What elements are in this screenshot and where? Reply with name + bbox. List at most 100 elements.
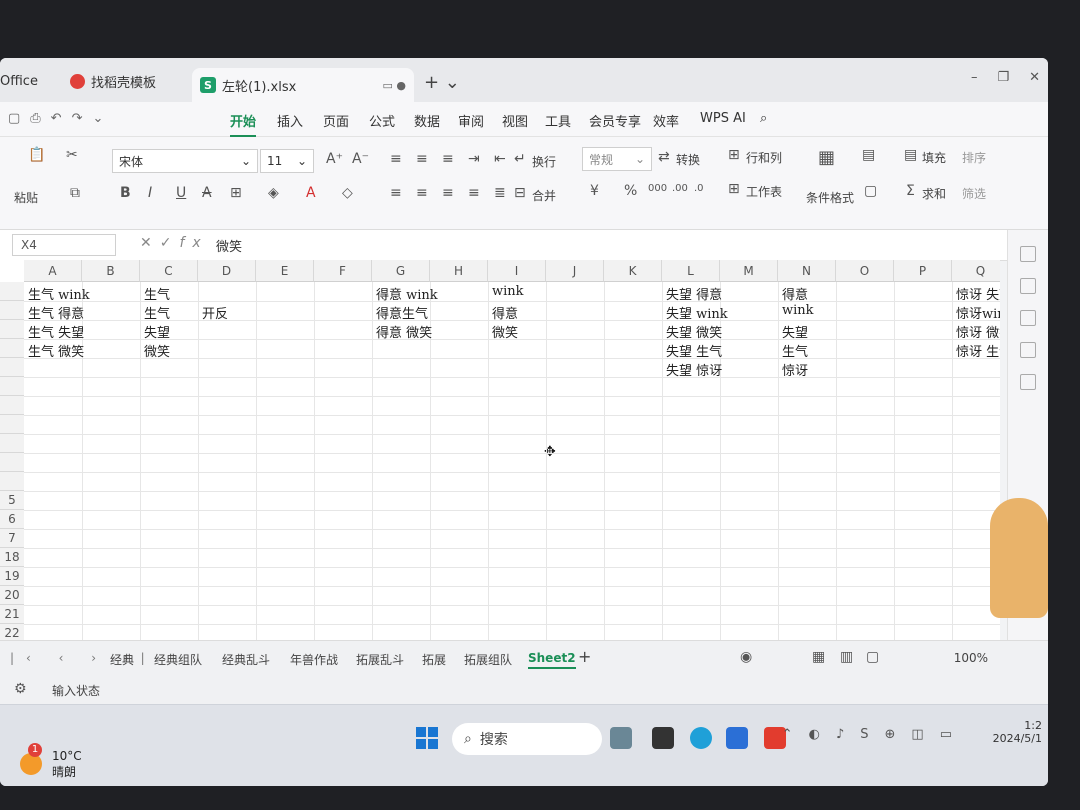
sheet-tab[interactable]: 经典乱斗	[222, 651, 270, 668]
cell-i2[interactable]: 得意	[492, 303, 518, 322]
cell-c1[interactable]: 生气	[144, 284, 170, 303]
menu-efficiency[interactable]: 效率	[653, 111, 679, 130]
cell-c3[interactable]: 失望	[144, 322, 170, 341]
column-header[interactable]: C	[140, 260, 198, 282]
cell-c4[interactable]: 微笑	[144, 341, 170, 360]
weather-widget[interactable]: 1 10°C 晴朗	[20, 743, 82, 780]
column-header[interactable]: M	[720, 260, 778, 282]
windows-start-icon[interactable]	[416, 727, 438, 749]
row-header[interactable]: 22	[0, 624, 24, 640]
sheet-tab[interactable]: 经典组队	[154, 651, 202, 668]
tab-file[interactable]: S 左轮(1).xlsx ▭ ●	[192, 68, 414, 102]
row-header[interactable]	[0, 377, 24, 396]
paste-icon[interactable]: 📋	[28, 147, 45, 163]
row-col-button[interactable]: 行和列	[746, 149, 782, 166]
column-header[interactable]: E	[256, 260, 314, 282]
increase-decimal-icon[interactable]: .00	[672, 183, 688, 194]
widgets-icon[interactable]	[610, 727, 632, 749]
merge-icon[interactable]: ⊟	[514, 185, 526, 201]
confirm-icon[interactable]: ✓	[160, 235, 180, 251]
column-header[interactable]: F	[314, 260, 372, 282]
menu-view[interactable]: 视图	[502, 111, 528, 130]
column-header[interactable]: N	[778, 260, 836, 282]
column-header[interactable]: D	[198, 260, 256, 282]
row-header[interactable]: 18	[0, 548, 24, 567]
system-tray[interactable]: ⌃◐♪S⊕◫▭	[782, 727, 968, 742]
name-box[interactable]: X4	[12, 234, 116, 256]
justify-icon[interactable]: ≡	[468, 185, 480, 201]
wrap-button[interactable]: 换行	[532, 153, 556, 170]
row-col-icon[interactable]: ⊞	[728, 147, 740, 163]
outdent-icon[interactable]: ⇤	[494, 151, 506, 167]
cut-icon[interactable]: ✂	[66, 147, 78, 163]
font-shrink-icon[interactable]: A⁻	[352, 151, 369, 167]
row-header[interactable]	[0, 320, 24, 339]
cond-format-button[interactable]: 条件格式	[806, 189, 854, 206]
paste-label[interactable]: 粘贴	[14, 189, 38, 206]
column-header[interactable]: I	[488, 260, 546, 282]
row-header[interactable]	[0, 339, 24, 358]
zoom-level[interactable]: 100%	[954, 651, 988, 665]
font-color-icon[interactable]: A	[306, 185, 316, 201]
menu-home[interactable]: 开始	[230, 111, 257, 137]
font-name-select[interactable]: 宋体 ⌄	[112, 149, 258, 173]
underline-icon[interactable]: U	[176, 185, 186, 201]
tab-office[interactable]: Office	[0, 66, 38, 96]
menu-tools[interactable]: 工具	[545, 111, 571, 130]
page-view-icon[interactable]: ▥	[840, 649, 853, 665]
column-header[interactable]: B	[82, 260, 140, 282]
convert-button[interactable]: 转换	[676, 151, 700, 168]
clock[interactable]: 1:2 2024/5/1	[993, 719, 1042, 745]
menu-insert[interactable]: 插入	[277, 111, 303, 130]
format-painter-icon[interactable]: ⧉	[70, 185, 80, 201]
cond-format-icon[interactable]: ▦	[818, 147, 835, 168]
cell-l4[interactable]: 失望 生气	[666, 341, 722, 360]
task-view-icon[interactable]	[652, 727, 674, 749]
cell-a2[interactable]: 生气 得意	[28, 303, 84, 322]
sheet-nav-icon[interactable]: |‹ ‹ › ›|	[10, 651, 157, 665]
cell-g3[interactable]: 得意 微笑	[376, 322, 432, 341]
sheet-tab[interactable]: 拓展	[422, 651, 446, 668]
close-icon[interactable]: ✕	[1029, 70, 1040, 85]
column-header[interactable]: P	[894, 260, 952, 282]
cell-l5[interactable]: 失望 惊讶	[666, 360, 722, 379]
cell-n4[interactable]: 生气	[782, 341, 808, 360]
cell-n5[interactable]: 惊讶	[782, 360, 808, 379]
row-header[interactable]	[0, 453, 24, 472]
cell-q4[interactable]: 惊讶 生气	[956, 341, 1000, 360]
worksheet-button[interactable]: 工作表	[746, 183, 782, 200]
cell-i1[interactable]: wink	[492, 284, 524, 299]
row-header[interactable]: 7	[0, 529, 24, 548]
fill-button[interactable]: 填充	[922, 149, 946, 166]
sheet-tab[interactable]: 经典	[110, 651, 134, 668]
decrease-decimal-icon[interactable]: .0	[694, 183, 704, 194]
cell-q3[interactable]: 惊讶 微笑	[956, 322, 1000, 341]
sheet-tab-active[interactable]: Sheet2	[528, 651, 576, 669]
clear-format-icon[interactable]: ◇	[342, 185, 353, 201]
row-header[interactable]	[0, 472, 24, 491]
formula-actions[interactable]: ✕✓fx	[140, 235, 209, 251]
search-icon[interactable]: ⌕	[760, 111, 767, 126]
sidebar-tool-icon[interactable]	[1020, 278, 1036, 294]
sum-button[interactable]: 求和	[922, 185, 946, 202]
row-header[interactable]: 21	[0, 605, 24, 624]
cell-l3[interactable]: 失望 微笑	[666, 322, 722, 341]
cell-n1[interactable]: 得意	[782, 284, 808, 303]
column-header[interactable]: Q	[952, 260, 1000, 282]
align-center-icon[interactable]: ≡	[416, 185, 428, 201]
quick-access-toolbar[interactable]: ▢⎙↶↷⌄	[8, 111, 113, 126]
normal-view-icon[interactable]: ▦	[812, 649, 825, 665]
row-header[interactable]	[0, 282, 24, 301]
align-left-icon[interactable]: ≡	[390, 185, 402, 201]
italic-icon[interactable]: I	[148, 185, 152, 201]
cell-i3[interactable]: 微笑	[492, 322, 518, 341]
store-icon[interactable]	[726, 727, 748, 749]
row-header[interactable]: 6	[0, 510, 24, 529]
macro-icon[interactable]: ⚙	[14, 681, 27, 697]
sidebar-tool-icon[interactable]	[1020, 374, 1036, 390]
font-grow-icon[interactable]: A⁺	[326, 151, 343, 167]
menu-formula[interactable]: 公式	[369, 111, 395, 130]
align-middle-icon[interactable]: ≡	[416, 151, 428, 167]
row-header[interactable]	[0, 434, 24, 453]
table-style-icon[interactable]: ▤	[862, 147, 875, 163]
